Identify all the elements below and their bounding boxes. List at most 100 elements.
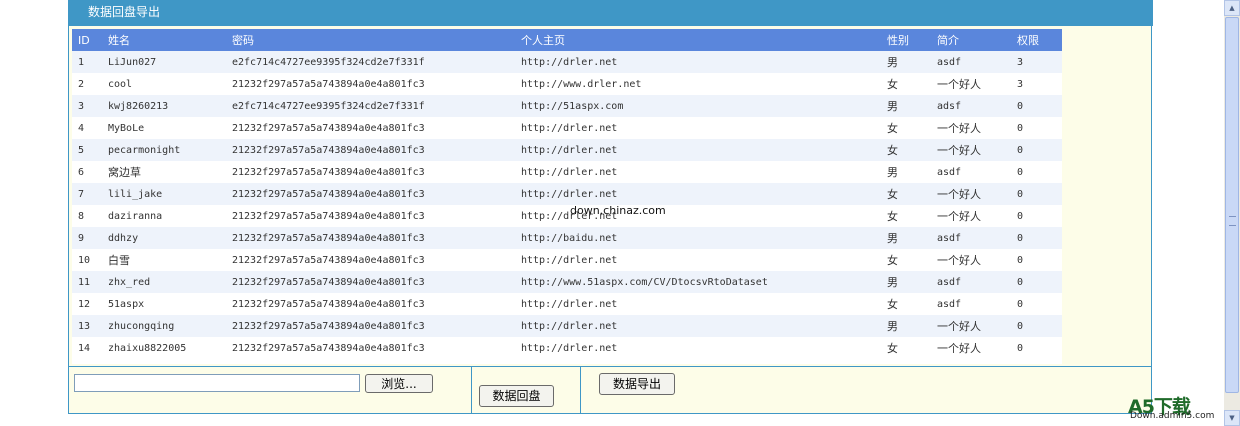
header-gender: 性别 <box>881 29 931 51</box>
file-path-input[interactable] <box>74 374 360 392</box>
cell-name: zhx_red <box>102 271 226 293</box>
cell-name: pecarmonight <box>102 139 226 161</box>
cell-homepage: http://www.51aspx.com/CV/DtocsvRtoDatase… <box>515 271 881 293</box>
table-row: 5 pecarmonight 21232f297a57a5a743894a0e4a8… <box>72 139 1062 161</box>
cell-permission: 0 <box>1011 139 1062 161</box>
cell-name: zhucongqing <box>102 315 226 337</box>
export-data-button[interactable]: 数据导出 <box>599 373 675 395</box>
table-row: 2 cool 21232f297a57a5a743894a0e4a801fc3 htt… <box>72 73 1062 95</box>
cell-password: 21232f297a57a5a743894a0e4a801fc3 <box>226 139 515 161</box>
panel-title: 数据回盘导出 <box>69 0 1153 26</box>
header-password: 密码 <box>226 29 515 51</box>
table-row: 12 51aspx 21232f297a57a5a743894a0e4a801fc3… <box>72 293 1062 315</box>
scroll-down-arrow-icon[interactable]: ▼ <box>1224 410 1240 426</box>
cell-gender: 男 <box>881 95 931 117</box>
vertical-scrollbar[interactable]: ▲ ▼ <box>1224 0 1240 426</box>
cell-name: cool <box>102 73 226 95</box>
cell-homepage: http://drler.net <box>515 161 881 183</box>
cell-gender: 男 <box>881 315 931 337</box>
cell-intro: 一个好人 <box>931 183 1011 205</box>
cell-homepage: http://drler.net <box>515 315 881 337</box>
scroll-up-arrow-icon[interactable]: ▲ <box>1224 0 1240 16</box>
cell-name: MyBoLe <box>102 117 226 139</box>
cell-name: zhaixu8822005 <box>102 337 226 359</box>
cell-homepage: http://drler.net <box>515 139 881 161</box>
cell-name: daziranna <box>102 205 226 227</box>
cell-intro: 一个好人 <box>931 315 1011 337</box>
cell-homepage: http://drler.net <box>515 293 881 315</box>
cell-permission: 0 <box>1011 337 1062 359</box>
cell-intro: asdf <box>931 51 1011 73</box>
bottom-separator-2 <box>580 366 581 414</box>
cell-gender: 男 <box>881 161 931 183</box>
cell-password: 21232f297a57a5a743894a0e4a801fc3 <box>226 161 515 183</box>
cell-id: 14 <box>72 337 102 359</box>
cell-permission: 0 <box>1011 117 1062 139</box>
cell-permission: 0 <box>1011 227 1062 249</box>
cell-password: 21232f297a57a5a743894a0e4a801fc3 <box>226 337 515 359</box>
table-row: 8 daziranna 21232f297a57a5a743894a0e4a801f… <box>72 205 1062 227</box>
cell-password: e2fc714c4727ee9395f324cd2e7f331f <box>226 95 515 117</box>
cell-homepage: http://drler.net <box>515 117 881 139</box>
cell-homepage: http://drler.net <box>515 249 881 271</box>
watermark-url: Down.admin5.com <box>1130 411 1215 421</box>
cell-permission: 0 <box>1011 205 1062 227</box>
browse-button[interactable]: 浏览... <box>365 374 433 393</box>
cell-password: 21232f297a57a5a743894a0e4a801fc3 <box>226 73 515 95</box>
cell-permission: 0 <box>1011 161 1062 183</box>
cell-password: 21232f297a57a5a743894a0e4a801fc3 <box>226 227 515 249</box>
header-permission: 权限 <box>1011 29 1062 51</box>
table-row: 14 zhaixu8822005 21232f297a57a5a743894a0e4… <box>72 337 1062 359</box>
cell-id: 2 <box>72 73 102 95</box>
users-grid-container: ID 姓名 密码 个人主页 性别 简介 权限 1 LiJun027 e2fc714c… <box>72 29 1062 364</box>
cell-intro: asdf <box>931 161 1011 183</box>
cell-gender: 女 <box>881 293 931 315</box>
table-row: 1 LiJun027 e2fc714c4727ee9395f324cd2e7f331… <box>72 51 1062 73</box>
cell-gender: 女 <box>881 183 931 205</box>
cell-name: kwj8260213 <box>102 95 226 117</box>
cell-password: 21232f297a57a5a743894a0e4a801fc3 <box>226 315 515 337</box>
cell-password: 21232f297a57a5a743894a0e4a801fc3 <box>226 205 515 227</box>
cell-permission: 0 <box>1011 271 1062 293</box>
cell-homepage: http://drler.net <box>515 183 881 205</box>
cell-homepage: http://drler.net <box>515 51 881 73</box>
cell-permission: 0 <box>1011 183 1062 205</box>
cell-gender: 女 <box>881 205 931 227</box>
cell-password: 21232f297a57a5a743894a0e4a801fc3 <box>226 293 515 315</box>
cell-id: 1 <box>72 51 102 73</box>
cell-homepage: http://51aspx.com <box>515 95 881 117</box>
cell-password: 21232f297a57a5a743894a0e4a801fc3 <box>226 249 515 271</box>
scrollbar-thumb[interactable] <box>1225 17 1239 393</box>
cell-gender: 女 <box>881 337 931 359</box>
cell-intro: 一个好人 <box>931 117 1011 139</box>
cell-id: 7 <box>72 183 102 205</box>
users-grid: ID 姓名 密码 个人主页 性别 简介 权限 1 LiJun027 e2fc714c… <box>72 29 1062 359</box>
cell-intro: 一个好人 <box>931 337 1011 359</box>
cell-permission: 0 <box>1011 249 1062 271</box>
cell-intro: 一个好人 <box>931 139 1011 161</box>
cell-id: 3 <box>72 95 102 117</box>
bottom-divider <box>69 366 1151 367</box>
cell-name: 窝边草 <box>102 161 226 183</box>
header-name: 姓名 <box>102 29 226 51</box>
cell-gender: 女 <box>881 249 931 271</box>
cell-id: 12 <box>72 293 102 315</box>
cell-id: 10 <box>72 249 102 271</box>
cell-gender: 女 <box>881 73 931 95</box>
header-intro: 简介 <box>931 29 1011 51</box>
cell-id: 9 <box>72 227 102 249</box>
table-row: 6 窝边草 21232f297a57a5a743894a0e4a801fc3 http… <box>72 161 1062 183</box>
restore-data-button[interactable]: 数据回盘 <box>479 385 554 407</box>
table-row: 4 MyBoLe 21232f297a57a5a743894a0e4a801fc3 h… <box>72 117 1062 139</box>
cell-intro: 一个好人 <box>931 205 1011 227</box>
cell-password: e2fc714c4727ee9395f324cd2e7f331f <box>226 51 515 73</box>
cell-gender: 男 <box>881 271 931 293</box>
bottom-separator-1 <box>471 366 472 414</box>
table-row: 7 lili_jake 21232f297a57a5a743894a0e4a801f… <box>72 183 1062 205</box>
cell-id: 8 <box>72 205 102 227</box>
cell-password: 21232f297a57a5a743894a0e4a801fc3 <box>226 117 515 139</box>
cell-password: 21232f297a57a5a743894a0e4a801fc3 <box>226 271 515 293</box>
table-row: 11 zhx_red 21232f297a57a5a743894a0e4a801fc… <box>72 271 1062 293</box>
grid-header-row: ID 姓名 密码 个人主页 性别 简介 权限 <box>72 29 1062 51</box>
table-row: 10 白雪 21232f297a57a5a743894a0e4a801fc3 http… <box>72 249 1062 271</box>
